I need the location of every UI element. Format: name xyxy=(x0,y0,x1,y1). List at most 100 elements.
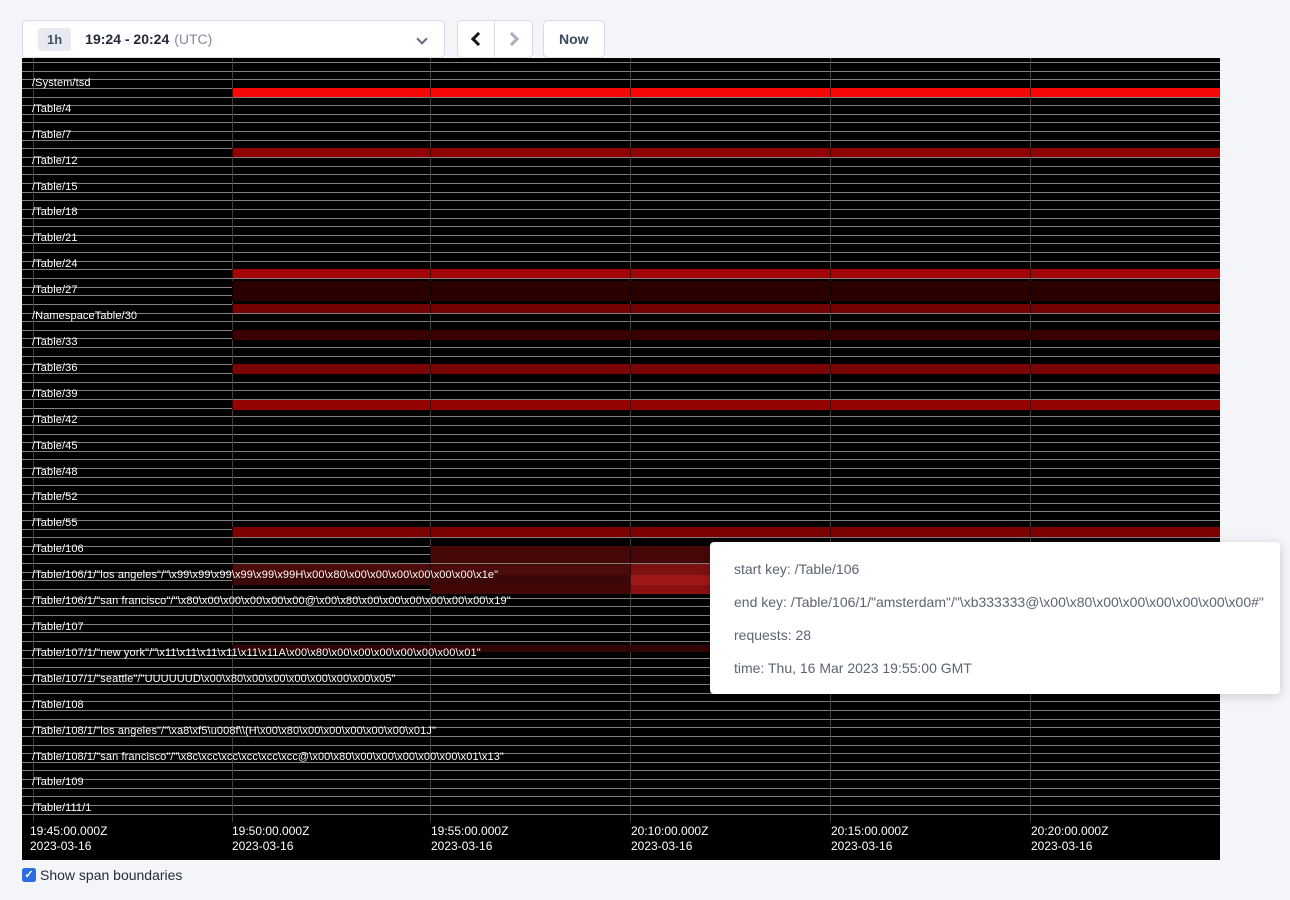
x-axis-date-label: 2023-03-16 xyxy=(431,839,492,854)
x-axis-time-label: 19:45:00.000Z xyxy=(30,824,107,839)
heatmap-band[interactable] xyxy=(232,304,1220,313)
time-boundary-line-overlay xyxy=(232,58,233,822)
span-label: /Table/42 xyxy=(32,414,78,426)
x-axis-time-label: 20:10:00.000Z xyxy=(631,824,708,839)
span-boundary-line xyxy=(22,477,1220,478)
chevron-down-icon xyxy=(416,33,427,44)
span-label: /Table/52 xyxy=(32,491,78,503)
heatmap-band[interactable] xyxy=(232,364,1220,374)
heatmap-band[interactable] xyxy=(630,564,710,575)
x-axis-date-label: 2023-03-16 xyxy=(232,839,293,854)
span-label: /System/tsd xyxy=(32,77,91,89)
span-boundary-line xyxy=(22,122,1220,123)
span-boundary-line xyxy=(22,390,1220,391)
key-visualizer-canvas[interactable]: /System/tsd/Table/4/Table/7/Table/12/Tab… xyxy=(22,58,1220,860)
tooltip-end-key: end key: /Table/106/1/"amsterdam"/"\xb33… xyxy=(734,594,1256,610)
span-boundary-line xyxy=(22,814,1220,815)
heatmap-band[interactable] xyxy=(630,575,710,585)
span-boundary-line xyxy=(22,425,1220,426)
span-boundary-line xyxy=(22,226,1220,227)
span-boundary-line xyxy=(22,710,1220,711)
span-boundary-line xyxy=(22,442,1220,443)
span-label: /Table/107 xyxy=(32,621,84,633)
heatmap-band[interactable] xyxy=(232,148,1220,157)
span-label: /Table/45 xyxy=(32,440,78,452)
span-boundary-line xyxy=(22,79,1220,80)
span-boundary-line xyxy=(22,321,1220,322)
x-axis-date-label: 2023-03-16 xyxy=(1031,839,1092,854)
span-boundary-line xyxy=(22,537,1220,538)
span-label: /Table/33 xyxy=(32,336,78,348)
span-boundary-line xyxy=(22,416,1220,417)
heatmap-band[interactable] xyxy=(630,585,710,594)
span-boundary-line xyxy=(22,166,1220,167)
footer-controls: ✓ Show span boundaries xyxy=(22,867,182,883)
span-boundary-line xyxy=(22,235,1220,236)
span-boundary-line xyxy=(22,382,1220,383)
now-button[interactable]: Now xyxy=(543,20,605,58)
span-boundary-line xyxy=(22,788,1220,789)
span-label: /NamespaceTable/30 xyxy=(32,310,137,322)
x-axis-date-label: 2023-03-16 xyxy=(631,839,692,854)
span-label: /Table/21 xyxy=(32,232,78,244)
span-label: /Table/55 xyxy=(32,517,78,529)
span-label: /Table/106/1/"los angeles"/"\x99\x99\x99… xyxy=(32,569,498,581)
span-boundary-line xyxy=(22,796,1220,797)
heatmap-band[interactable] xyxy=(430,546,710,563)
span-label: /Table/108/1/"san francisco"/"\x8c\xcc\x… xyxy=(32,751,504,763)
heatmap-band[interactable] xyxy=(232,527,1220,537)
span-label: /Table/109 xyxy=(32,776,84,788)
heatmap-band[interactable] xyxy=(232,269,1220,278)
heatmap-band[interactable] xyxy=(430,585,630,594)
x-axis-time-label: 19:55:00.000Z xyxy=(431,824,508,839)
span-boundary-line xyxy=(22,520,1220,521)
span-boundary-line xyxy=(22,347,1220,348)
span-boundary-line xyxy=(22,261,1220,262)
span-label: /Table/108/1/"los angeles"/"\xa8\xf5\u00… xyxy=(32,725,436,737)
span-boundary-line xyxy=(22,209,1220,210)
heatmap-band[interactable] xyxy=(232,281,1220,301)
previous-window-button[interactable] xyxy=(457,20,495,58)
time-boundary-line-overlay xyxy=(430,58,431,822)
time-boundary-line-overlay xyxy=(1030,58,1031,822)
tooltip-time: time: Thu, 16 Mar 2023 19:55:00 GMT xyxy=(734,660,1256,676)
x-axis-time-label: 19:50:00.000Z xyxy=(232,824,309,839)
span-label: /Table/111/1 xyxy=(32,802,92,814)
key-visualizer-page: 1h 19:24 - 20:24 (UTC) Now /System/tsd/T… xyxy=(0,0,1290,900)
span-boundary-line xyxy=(22,745,1220,746)
span-label: /Table/4 xyxy=(32,103,71,115)
chevron-right-icon xyxy=(504,32,518,46)
heatmap-band[interactable] xyxy=(232,400,1220,410)
span-boundary-line xyxy=(22,252,1220,253)
span-label: /Table/48 xyxy=(32,466,78,478)
span-boundary-line xyxy=(22,494,1220,495)
duration-badge: 1h xyxy=(38,28,71,51)
span-boundary-line xyxy=(22,218,1220,219)
span-boundary-line xyxy=(22,105,1220,106)
time-nav-group xyxy=(457,20,533,58)
span-boundary-line xyxy=(22,114,1220,115)
span-boundary-line xyxy=(22,719,1220,720)
next-window-button-disabled[interactable] xyxy=(495,20,533,58)
time-boundary-line-overlay xyxy=(830,58,831,822)
span-label: /Table/24 xyxy=(32,258,78,270)
x-axis-time-label: 20:15:00.000Z xyxy=(831,824,908,839)
x-axis-time-label: 20:20:00.000Z xyxy=(1031,824,1108,839)
show-span-boundaries-checkbox[interactable]: ✓ xyxy=(22,868,36,882)
span-boundary-line xyxy=(22,131,1220,132)
time-boundary-line-overlay xyxy=(630,58,631,822)
span-boundary-line xyxy=(22,511,1220,512)
heatmap-tooltip: start key: /Table/106 end key: /Table/10… xyxy=(710,542,1280,694)
time-range-text: 19:24 - 20:24 xyxy=(85,31,169,47)
span-boundary-line xyxy=(22,183,1220,184)
span-boundary-line xyxy=(22,140,1220,141)
span-boundary-line xyxy=(22,503,1220,504)
span-boundary-line xyxy=(22,459,1220,460)
time-range-dropdown[interactable]: 1h 19:24 - 20:24 (UTC) xyxy=(22,20,445,58)
span-boundary-line xyxy=(22,157,1220,158)
heatmap-band[interactable] xyxy=(232,88,1220,97)
span-boundary-line xyxy=(22,451,1220,452)
heatmap-band[interactable] xyxy=(232,330,1220,340)
span-boundary-line xyxy=(22,174,1220,175)
span-boundary-line xyxy=(22,485,1220,486)
